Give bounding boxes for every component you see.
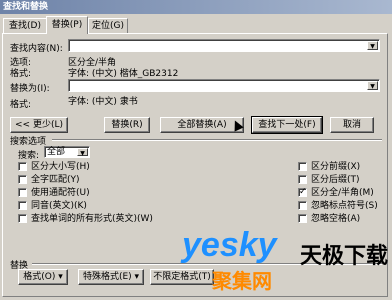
checkbox-box[interactable] (298, 201, 307, 210)
checkbox-match-suffix[interactable]: 区分后缀(T) (298, 174, 360, 186)
checkbox-box[interactable] (298, 175, 307, 184)
tab-goto[interactable]: 定位(G) (88, 18, 128, 33)
special-format-button[interactable]: 特殊格式(E) ▾ (78, 269, 144, 285)
replace-dropdown-icon[interactable]: ▼ (367, 81, 378, 90)
checkbox-label: 忽略标点符号(S) (311, 201, 378, 211)
checkbox-match-width[interactable]: 区分全/半角(M) (298, 186, 374, 199)
checkbox-label: 使用通配符(U) (31, 188, 90, 198)
search-scope-label: 搜索: (18, 151, 40, 161)
find-format-value: 字体: (中文) 楷体_GB2312 (68, 69, 179, 79)
find-input[interactable]: ▼ (68, 39, 380, 52)
checkbox-box[interactable] (18, 188, 27, 197)
search-options-divider (52, 139, 382, 141)
checkbox-label: 同音(英文)(K) (31, 201, 87, 211)
checkbox-box[interactable] (18, 201, 27, 210)
find-dropdown-icon[interactable]: ▼ (367, 41, 378, 50)
checkbox-ignore-whitespace[interactable]: 忽略空格(A) (298, 213, 360, 225)
checkbox-box[interactable] (18, 214, 27, 223)
watermark-cn: 天极下载 (300, 244, 389, 269)
checkbox-box[interactable] (298, 214, 307, 223)
checkbox-whole-word[interactable]: 全字匹配(Y) (18, 174, 80, 186)
tab-replace[interactable]: 替换(P) (46, 16, 88, 34)
checkbox-match-prefix[interactable]: 区分前缀(X) (298, 161, 360, 173)
checkbox-all-word-forms[interactable]: 查找单词的所有形式(英文)(W) (18, 213, 153, 225)
less-button[interactable]: << 更少(L) (10, 117, 68, 133)
no-formatting-button[interactable]: 不限定格式(T) (150, 269, 214, 285)
checkbox-label: 区分前缀(X) (311, 162, 361, 172)
tab-find[interactable]: 查找(D) (3, 18, 47, 33)
search-scope-value: 全部 (47, 147, 66, 157)
watermark-brand: yesky (182, 226, 277, 264)
checkbox-label: 区分大小写(H) (31, 162, 90, 172)
replace-input[interactable]: ▼ (68, 79, 380, 92)
checkbox-box[interactable] (298, 162, 307, 171)
checkbox-match-case[interactable]: 区分大小写(H) (18, 161, 90, 173)
format-button[interactable]: 格式(O) ▾ (18, 269, 68, 285)
search-options-title: 搜索选项 (10, 137, 47, 147)
search-scope-select[interactable]: 全部 ▼ (44, 146, 90, 158)
find-label: 查找内容(N): (10, 44, 63, 54)
checkbox-label: 查找单词的所有形式(英文)(W) (31, 214, 153, 224)
checkbox-label: 全字匹配(Y) (31, 175, 80, 185)
checkbox-sounds-like[interactable]: 同音(英文)(K) (18, 200, 87, 212)
replace-button[interactable]: 替换(R) (104, 117, 150, 133)
search-scope-dropdown-icon[interactable]: ▼ (77, 148, 88, 157)
find-format-label: 格式: (10, 69, 32, 79)
checkbox-box-checked[interactable] (298, 186, 307, 198)
replace-format-label: 格式: (10, 100, 32, 110)
checkbox-box[interactable] (18, 162, 27, 171)
checkbox-label: 区分全/半角(M) (311, 188, 374, 198)
window-title: 查找和替换 (0, 0, 392, 14)
checkbox-label: 区分后缀(T) (311, 175, 360, 185)
tab-strip: 查找(D) 替换(P) 定位(G) (0, 14, 392, 34)
replace-label: 替换为(I): (10, 84, 50, 94)
checkbox-box[interactable] (18, 175, 27, 184)
checkbox-label: 忽略空格(A) (311, 214, 361, 224)
cancel-button[interactable]: 取消 (330, 117, 374, 133)
checkbox-wildcards[interactable]: 使用通配符(U) (18, 187, 90, 199)
checkbox-ignore-punctuation[interactable]: 忽略标点符号(S) (298, 200, 378, 212)
find-next-button[interactable]: 查找下一处(F) (251, 116, 323, 134)
watermark-sub: 聚集网 (212, 269, 272, 293)
replace-format-value: 字体: (中文) 隶书 (68, 97, 138, 107)
